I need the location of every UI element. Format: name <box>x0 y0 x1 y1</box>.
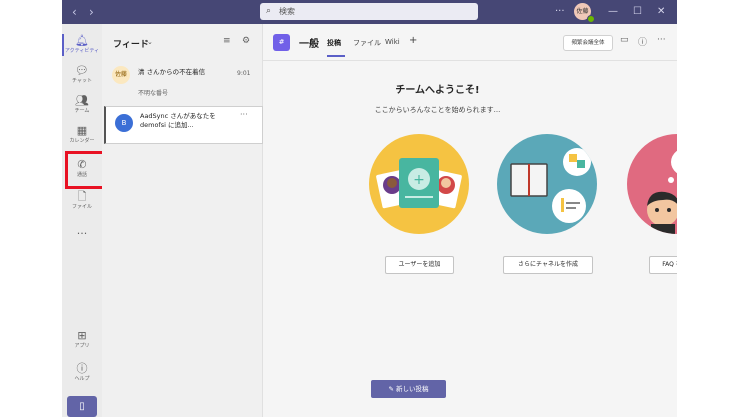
people-cards-icon: + <box>376 158 462 209</box>
rail-item-help[interactable]: ⓘ ヘルプ <box>62 362 102 392</box>
teams-icon: 👥︎ <box>75 94 89 107</box>
tab-posts[interactable]: 投稿 <box>327 38 341 48</box>
new-post-label: 新しい投稿 <box>396 385 429 393</box>
mobile-app-button[interactable]: ▯ <box>67 396 97 417</box>
avatar: 佐藤 <box>112 66 130 84</box>
faq-illustration: ? <box>627 134 677 234</box>
rail-item-label: ファイル <box>71 204 92 210</box>
maximize-icon[interactable]: ☐ <box>633 5 642 19</box>
rail-item-apps[interactable]: ⊞ アプリ <box>62 329 102 359</box>
channels-icon <box>510 148 591 223</box>
search-placeholder: 検索 <box>279 7 295 16</box>
active-tab-indicator <box>327 55 345 57</box>
channel-name: 一般 <box>299 39 319 50</box>
presence-icon <box>587 15 595 23</box>
tab-wiki[interactable]: Wiki <box>385 38 400 46</box>
teams-window: ‹ › ⌕ 検索 ··· 佐藤 — ☐ ✕ 🔔︎ アクティビティ 💬︎ チャット… <box>62 0 677 417</box>
rail-item-label: ヘルプ <box>74 376 90 382</box>
feed-item-sub: 不明な番号 <box>138 90 169 97</box>
rail-item-activity[interactable]: 🔔︎ アクティビティ <box>62 34 102 64</box>
calendar-icon: ▦ <box>76 124 88 137</box>
rail-item-label: アプリ <box>74 343 90 349</box>
rail-item-chat[interactable]: 💬︎ チャット <box>62 64 102 94</box>
add-tab-button[interactable]: + <box>409 35 417 46</box>
rail-item-teams[interactable]: 👥︎ チーム <box>62 94 102 124</box>
close-icon[interactable]: ✕ <box>657 5 665 19</box>
info-icon[interactable]: ⓘ <box>638 35 647 48</box>
feed-item-time: 9:01 <box>237 70 251 77</box>
chat-icon: 💬︎ <box>75 64 89 77</box>
mobile-icon: ▯ <box>79 401 85 412</box>
feed-pane: フィード ⌄ ≡ ⚙ 佐藤 清 さんからの不在着信 不明な番号 9:01 B A… <box>102 24 263 417</box>
new-post-icon: ✎ <box>388 385 396 393</box>
feed-item[interactable]: 佐藤 清 さんからの不在着信 不明な番号 9:01 <box>102 62 262 102</box>
apps-icon: ⊞ <box>77 329 87 342</box>
more-options-icon[interactable]: ··· <box>657 35 666 45</box>
search-box[interactable]: ⌕ 検索 <box>260 3 478 20</box>
app-rail: 🔔︎ アクティビティ 💬︎ チャット 👥︎ チーム ▦ カレンダー ✆ 通話 🗋… <box>62 24 108 417</box>
welcome-title: チームへようこそ! <box>395 85 480 96</box>
help-icon: ⓘ <box>76 362 88 375</box>
new-post-button[interactable]: ✎ 新しい投稿 <box>371 380 446 398</box>
rail-item-label: チャット <box>72 78 92 84</box>
welcome-subtitle: ここからいろんなことを始められます... <box>374 106 501 114</box>
rail-item-files[interactable]: 🗋 ファイル <box>62 190 102 220</box>
channel-header: # 一般 投稿 ファイル Wiki + 頻繁会議全体 ▭ ⓘ ··· <box>263 24 677 61</box>
open-faq-button[interactable]: FAQ を開く <box>649 256 677 274</box>
chevron-down-icon[interactable]: ⌄ <box>147 38 153 46</box>
channel-area: # 一般 投稿 ファイル Wiki + 頻繁会議全体 ▭ ⓘ ··· チームへよ… <box>263 24 677 417</box>
more-options-icon[interactable]: ··· <box>240 110 248 119</box>
rail-item-label: アクティビティ <box>64 48 100 54</box>
rail-item-label: カレンダー <box>69 138 95 144</box>
feed-item-text: 清 さんからの不在着信 <box>138 68 206 76</box>
rail-item-calendar[interactable]: ▦ カレンダー <box>62 124 102 154</box>
team-icon: # <box>273 34 290 51</box>
minimize-icon[interactable]: — <box>608 5 618 19</box>
add-users-button[interactable]: ユーザーを追加 <box>385 256 454 274</box>
feed-title[interactable]: フィード <box>113 37 149 50</box>
filter-icon[interactable]: ≡ <box>223 36 231 46</box>
rail-item-label: チーム <box>74 108 90 114</box>
meet-button[interactable]: 頻繁会議全体 <box>563 35 613 51</box>
meet-label: 頻繁会議全体 <box>571 40 605 46</box>
search-icon: ⌕ <box>266 6 272 16</box>
feed-item-text: AadSync さんがあなたを demofsi に追加... <box>140 112 216 129</box>
create-channel-illustration <box>497 134 597 234</box>
feed-item[interactable]: B AadSync さんがあなたを demofsi に追加... ··· <box>104 106 263 144</box>
more-options-icon[interactable]: ··· <box>555 5 565 19</box>
gear-icon[interactable]: ⚙ <box>242 36 250 46</box>
avatar: B <box>115 114 133 132</box>
add-people-illustration: + <box>369 134 469 234</box>
more-apps-icon: ... <box>76 224 88 237</box>
bell-icon: 🔔︎ <box>75 34 89 47</box>
question-person-icon: ? <box>647 150 677 234</box>
rail-item-more[interactable]: ... <box>62 224 102 254</box>
forward-icon[interactable]: › <box>89 5 94 19</box>
create-channel-button[interactable]: さらにチャネルを作成 <box>503 256 593 274</box>
tab-files[interactable]: ファイル <box>353 38 381 48</box>
svg-text:+: + <box>413 172 425 188</box>
video-icon[interactable]: ▭ <box>620 35 629 45</box>
back-icon[interactable]: ‹ <box>72 5 77 19</box>
title-bar: ‹ › ⌕ 検索 ··· 佐藤 — ☐ ✕ <box>62 0 677 24</box>
file-icon: 🗋 <box>77 190 87 203</box>
